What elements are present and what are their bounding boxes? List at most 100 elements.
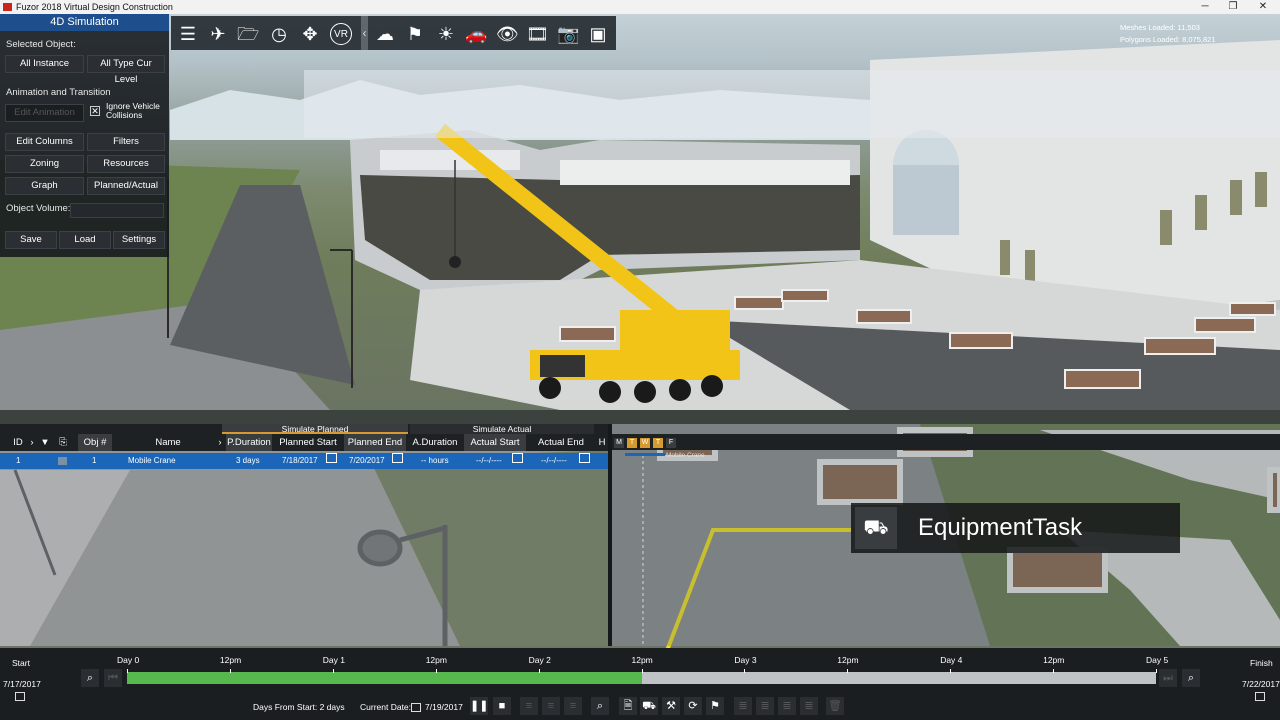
folder-icon[interactable]: 🗁 <box>237 23 259 45</box>
simulate-actual-group[interactable]: Simulate Actual <box>410 424 594 434</box>
timeline-tick-label: Day 4 <box>940 655 963 665</box>
zoom-out-icon[interactable]: ⌕ <box>81 669 99 687</box>
all-instance-button[interactable]: All Instance <box>5 55 84 73</box>
timeline-tick <box>127 669 128 673</box>
simulate-planned-group[interactable]: Simulate Planned <box>222 424 408 434</box>
row-actual-end[interactable]: --/--/---- <box>541 453 567 469</box>
clock-icon[interactable]: ◷ <box>268 23 290 45</box>
link-icon[interactable]: ⎘ <box>56 434 70 451</box>
timeline-tick-label: 12pm <box>631 655 653 665</box>
list-icon[interactable]: ☰ <box>177 23 199 45</box>
timeline-track[interactable] <box>127 672 1156 684</box>
indent-icon[interactable]: ≣ <box>756 697 774 715</box>
col-h[interactable]: H <box>596 434 608 451</box>
presentation-icon[interactable]: ▣ <box>587 23 609 45</box>
align-icon[interactable]: ≣ <box>734 697 752 715</box>
row-type-icon <box>58 457 67 465</box>
load-button[interactable]: Load <box>59 231 111 249</box>
current-date-calendar-icon[interactable] <box>411 703 421 712</box>
filter-icon[interactable]: ▼ <box>38 434 52 451</box>
planned-end-calendar-icon[interactable] <box>392 453 403 463</box>
vehicle-icon[interactable]: 🚗 <box>465 23 487 45</box>
drone-icon[interactable]: ✈ <box>207 23 229 45</box>
planned-start-calendar-icon[interactable] <box>326 453 337 463</box>
equipment-task-icon[interactable]: ⛟ <box>640 697 658 715</box>
settings-button[interactable]: Settings <box>113 231 165 249</box>
timeline-tick-label: Day 5 <box>1146 655 1169 665</box>
lighting-icon[interactable]: ☀ <box>435 23 457 45</box>
timeline-start-label: Start <box>12 658 30 668</box>
vr-icon[interactable]: VR <box>330 23 352 45</box>
pause-icon[interactable]: ❚❚ <box>470 697 488 715</box>
row-planned-end[interactable]: 7/20/2017 <box>349 453 385 469</box>
flag-icon[interactable]: ⚑ <box>706 697 724 715</box>
stop-icon[interactable]: ■ <box>493 697 511 715</box>
col-name[interactable]: Name <box>140 434 196 451</box>
rotate-icon[interactable]: ⟳ <box>684 697 702 715</box>
panel-splitter[interactable] <box>608 424 612 646</box>
maximize-button[interactable]: ❐ <box>1218 0 1248 14</box>
resources-button[interactable]: Resources <box>87 155 165 173</box>
skip-start-icon[interactable]: ⏮ <box>104 669 122 687</box>
col-obj[interactable]: Obj # <box>78 434 112 451</box>
toolbar-collapse-button[interactable]: ‹ <box>361 16 368 50</box>
film-icon[interactable]: 🎞 <box>526 23 549 45</box>
search-icon[interactable]: ⌕ <box>591 697 609 715</box>
object-volume-input[interactable] <box>70 203 164 218</box>
step-forward-icon[interactable]: ≡ <box>564 697 582 715</box>
move-icon[interactable]: ✥ <box>299 23 321 45</box>
filters-button[interactable]: Filters <box>87 133 165 151</box>
cloud-sync-icon[interactable]: ☁ <box>374 23 396 45</box>
animation-label: Animation and Transition <box>6 87 111 98</box>
main-toolbar: ☰ ✈ 🗁 ◷ ✥ VR ‹ ☁ ⚑ ☀ 🚗 👁 🎞 📷 ▣ <box>171 16 616 50</box>
row-a-duration[interactable]: -- hours <box>421 453 449 469</box>
col-actual-end[interactable]: Actual End <box>530 434 592 451</box>
graph-button[interactable]: Graph <box>5 177 84 195</box>
zoom-in-icon[interactable]: ⌕ <box>1182 669 1200 687</box>
col-a-duration[interactable]: A.Duration <box>410 434 460 451</box>
all-type-cur-level-button[interactable]: All Type Cur Level <box>87 55 165 85</box>
timeline-tick <box>229 669 231 673</box>
col-actual-start[interactable]: Actual Start <box>464 434 526 451</box>
skip-end-icon[interactable]: ⏭ <box>1159 669 1177 687</box>
col-name-expand-icon[interactable]: › <box>216 434 224 451</box>
edit-columns-button[interactable]: Edit Columns <box>5 133 84 151</box>
minimize-button[interactable]: ─ <box>1190 0 1220 14</box>
row-planned-start[interactable]: 7/18/2017 <box>282 453 318 469</box>
edit-animation-button[interactable]: Edit Animation <box>5 104 84 122</box>
worker-icon[interactable]: ⚒ <box>662 697 680 715</box>
outdent-icon[interactable]: ≣ <box>778 697 796 715</box>
zoning-button[interactable]: Zoning <box>5 155 84 173</box>
trash-icon[interactable]: 🗑 <box>826 697 844 715</box>
eye-icon[interactable]: 👁 <box>496 23 519 45</box>
gantt-bar[interactable] <box>625 453 665 456</box>
camera-icon[interactable]: 📷 <box>557 23 579 45</box>
close-button[interactable]: ✕ <box>1248 0 1278 14</box>
timeline-tick <box>847 669 849 673</box>
save-button[interactable]: Save <box>5 231 57 249</box>
document-icon[interactable]: 🗎 <box>619 697 637 715</box>
planned-actual-button[interactable]: Planned/Actual <box>87 177 165 195</box>
finish-date-calendar-icon[interactable] <box>1255 692 1265 701</box>
day-tag-fri: F <box>666 438 676 448</box>
panel-title: 4D Simulation <box>0 14 169 31</box>
panel-resize-bar[interactable] <box>0 410 1280 424</box>
col-id-sort-icon[interactable]: › <box>28 434 36 451</box>
col-planned-start[interactable]: Planned Start <box>276 434 340 451</box>
row-actual-start[interactable]: --/--/---- <box>476 453 502 469</box>
timeline-tick <box>1053 669 1055 673</box>
row-p-duration[interactable]: 3 days <box>236 453 260 469</box>
step-icon[interactable]: ≡ <box>542 697 560 715</box>
ignore-vehicle-checkbox[interactable]: ✕ <box>90 106 100 116</box>
site-analysis-icon[interactable]: ⚑ <box>404 23 426 45</box>
col-planned-end[interactable]: Planned End <box>344 434 406 451</box>
day-tag-thu: T <box>653 438 663 448</box>
step-back-icon[interactable]: ≡ <box>520 697 538 715</box>
actual-start-calendar-icon[interactable] <box>512 453 523 463</box>
col-id[interactable]: ID <box>8 434 28 451</box>
list-view-icon[interactable]: ≣ <box>800 697 818 715</box>
start-date-calendar-icon[interactable] <box>15 692 25 701</box>
table-row[interactable]: 1 1 Mobile Crane 3 days 7/18/2017 7/20/2… <box>0 453 609 469</box>
actual-end-calendar-icon[interactable] <box>579 453 590 463</box>
col-p-duration[interactable]: P.Duration <box>226 434 272 451</box>
